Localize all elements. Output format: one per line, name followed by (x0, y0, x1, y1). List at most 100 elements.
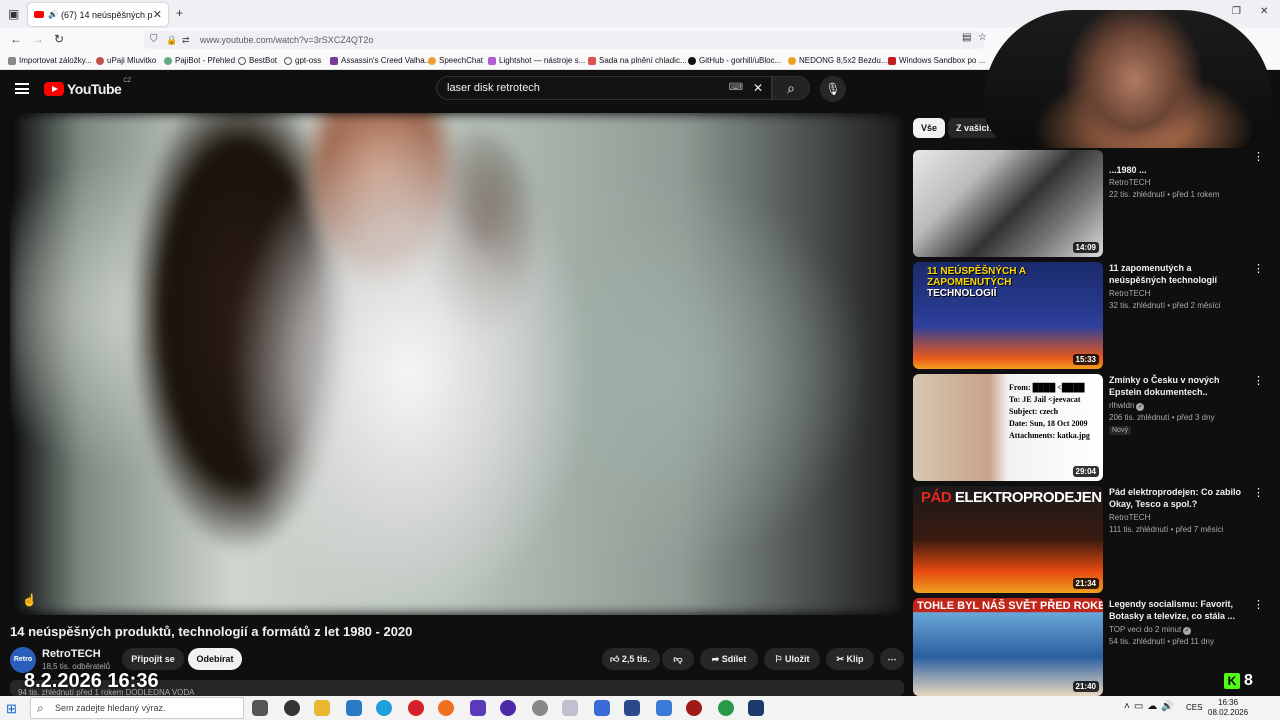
opera-icon[interactable] (408, 700, 424, 716)
video-thumbnail[interactable]: TOHLE BYL NÁŠ SVĚT PŘED ROKEM 1989 21:40 (913, 598, 1103, 696)
recommendation-stats: 111 tis. zhlédnutí • před 7 měsíci (1109, 525, 1224, 534)
reader-view-icon[interactable]: ▤ (962, 32, 971, 43)
video-thumbnail[interactable]: 11 NEÚSPĚŠNÝCH A ZAPOMENUTÝCH TECHNOLOGIÍ… (913, 262, 1103, 369)
address-bar[interactable]: ⛉ 🔒 ⇄ www.youtube.com/watch?v=3rSXCZ4QT2… (144, 31, 984, 49)
save-button[interactable]: ⚐ Uložit (764, 648, 820, 670)
app-icon[interactable] (594, 700, 610, 716)
browser-tab-active[interactable]: 🔊 (67) 14 neúspěšných produ ✕ (28, 3, 168, 26)
video-thumbnail[interactable]: From: ████ <████ To: JE Jail <jeevacat S… (913, 374, 1103, 481)
steam-icon[interactable] (748, 700, 764, 716)
recommendation-channel[interactable]: TOP veci do 2 minut ✓ (1109, 625, 1192, 635)
clip-button[interactable]: ✂ Klip (826, 648, 874, 670)
recommendation-item[interactable]: PÁD ELEKTROPRODEJEN 21:34 Pád elektropro… (913, 486, 1273, 594)
clear-search-icon[interactable]: ✕ (753, 77, 763, 99)
more-vert-icon[interactable]: ⋮ (1253, 150, 1264, 163)
close-tab-icon[interactable]: ✕ (153, 8, 162, 21)
new-tab-icon[interactable]: + (176, 6, 183, 20)
more-vert-icon[interactable]: ⋮ (1253, 486, 1264, 499)
permissions-icon[interactable]: ⇄ (182, 31, 190, 49)
share-icon: ➦ (711, 654, 720, 664)
bookmark-item[interactable]: Lightshot — nástroje s... (488, 56, 585, 65)
app-icon[interactable] (470, 700, 486, 716)
more-actions-button[interactable]: ⋯ (880, 648, 904, 670)
app-icon[interactable] (500, 700, 516, 716)
more-horizontal-icon: ⋯ (887, 654, 897, 664)
taskbar-search[interactable]: Sem zadejte hledaný výraz. (30, 697, 244, 719)
search-input[interactable]: laser disk retrotech ⌨ ✕ (436, 76, 772, 100)
task-view-icon[interactable] (252, 700, 268, 716)
subscribe-button[interactable]: Odebírat (188, 648, 242, 670)
bookmark-star-icon[interactable]: ☆ (978, 32, 987, 43)
close-window-icon[interactable]: ✕ (1260, 6, 1268, 17)
bookmark-item[interactable]: Assassin's Creed Valha... (330, 56, 431, 65)
video-thumbnail[interactable]: 14:09 (913, 150, 1103, 257)
channel-name[interactable]: RetroTECH (42, 648, 101, 660)
share-button[interactable]: ➦ Sdílet (700, 648, 758, 670)
recommendation-item[interactable]: 11 NEÚSPĚŠNÝCH A ZAPOMENUTÝCH TECHNOLOGIÍ… (913, 262, 1273, 370)
more-vert-icon[interactable]: ⋮ (1253, 598, 1264, 611)
windows-start-icon[interactable]: ⊞ (6, 701, 17, 717)
bookmark-item[interactable]: PajiBot - Přehled (164, 56, 235, 65)
lock-icon[interactable]: 🔒 (166, 31, 177, 49)
globe-icon (238, 56, 246, 65)
language-indicator[interactable]: CES (1186, 703, 1202, 712)
recommendation-title[interactable]: 11 zapomenutých a neúspěšných technologi… (1109, 262, 1247, 286)
recommendation-item[interactable]: TOHLE BYL NÁŠ SVĚT PŘED ROKEM 1989 21:40… (913, 598, 1273, 696)
firefox-icon[interactable] (438, 700, 454, 716)
recommendation-item[interactable]: From: ████ <████ To: JE Jail <jeevacat S… (913, 374, 1273, 482)
shield-icon[interactable]: ⛉ (150, 31, 158, 49)
recommendation-channel[interactable]: RetroTECH (1109, 178, 1150, 187)
bookmark-item[interactable]: Sada na plnění chladic... (588, 56, 687, 65)
recommendation-channel[interactable]: RetroTECH (1109, 513, 1150, 522)
recommendation-title[interactable]: Zmínky o Česku v nových Epstein dokument… (1109, 374, 1247, 398)
reload-icon[interactable]: ↻ (54, 32, 64, 46)
restore-window-icon[interactable]: ❐ (1232, 6, 1241, 17)
recommendation-title[interactable]: Pád elektroprodejen: Co zabilo Okay, Tes… (1109, 486, 1247, 510)
video-thumbnail[interactable]: PÁD ELEKTROPRODEJEN 21:34 (913, 486, 1103, 593)
bookmark-item[interactable]: NEDONG 8,5x2 Bezdu... (788, 56, 887, 65)
bookmark-item[interactable]: uPaji Mluvitko (96, 56, 156, 65)
dislike-button[interactable]: 👎︎ (662, 648, 694, 670)
recommendation-channel[interactable]: rlhwldn ✓ (1109, 401, 1145, 411)
file-explorer-icon[interactable] (314, 700, 330, 716)
keyboard-icon[interactable]: ⌨ (729, 77, 743, 99)
viewer-count: 8 (1244, 672, 1253, 689)
clock[interactable]: 16:36 08.02.2026 (1208, 698, 1248, 718)
app-icon[interactable] (656, 700, 672, 716)
app-icon[interactable] (718, 700, 734, 716)
speaker-icon[interactable]: 🔊 (48, 10, 58, 19)
recommendation-item[interactable]: 14:09 ...1980 ... RetroTECH 22 tis. zhlé… (913, 150, 1273, 258)
globe-icon (284, 56, 292, 65)
system-tray-icons[interactable]: ˄▭☁🔊 (1124, 701, 1178, 712)
edge-icon[interactable] (376, 700, 392, 716)
more-vert-icon[interactable]: ⋮ (1253, 262, 1264, 275)
recommendation-title[interactable]: ...1980 ... (1109, 164, 1247, 176)
back-icon[interactable]: ← (10, 32, 22, 46)
search-button[interactable]: ⌕ (772, 76, 810, 100)
youtube-logo[interactable]: YouTube CZ (44, 78, 131, 97)
menu-icon[interactable] (15, 83, 29, 94)
join-button[interactable]: Připojit se (122, 648, 184, 670)
bookmark-item[interactable]: Windows Sandbox po ... (888, 56, 985, 65)
chat-icon (428, 56, 436, 65)
more-vert-icon[interactable]: ⋮ (1253, 374, 1264, 387)
recommendation-title[interactable]: Legendy socialismu: Favorit, Botasky a t… (1109, 598, 1247, 622)
app-icon[interactable] (284, 700, 300, 716)
app-icon[interactable] (562, 700, 578, 716)
like-button[interactable]: 👍︎ 2,5 tis. (602, 648, 660, 670)
tab-overview-icon[interactable]: ▣ (8, 7, 19, 21)
bookmark-item[interactable]: BestBot (238, 56, 277, 65)
recommendation-channel[interactable]: RetroTECH (1109, 289, 1150, 298)
app-icon[interactable] (686, 700, 702, 716)
voice-search-button[interactable]: 🎙 (820, 76, 846, 102)
app-icon[interactable] (532, 700, 548, 716)
bookmark-item[interactable]: GitHub - gorhill/uBloc... (688, 56, 781, 65)
chip-all[interactable]: Vše (913, 118, 946, 138)
bookmark-item[interactable]: Importovat záložky... (8, 56, 92, 65)
forward-icon[interactable]: → (32, 32, 44, 46)
app-icon[interactable] (624, 700, 640, 716)
store-icon[interactable] (346, 700, 362, 716)
bookmark-item[interactable]: gpt-oss (284, 56, 321, 65)
video-player[interactable]: ☝ (10, 113, 904, 615)
bookmark-item[interactable]: SpeechChat (428, 56, 483, 65)
